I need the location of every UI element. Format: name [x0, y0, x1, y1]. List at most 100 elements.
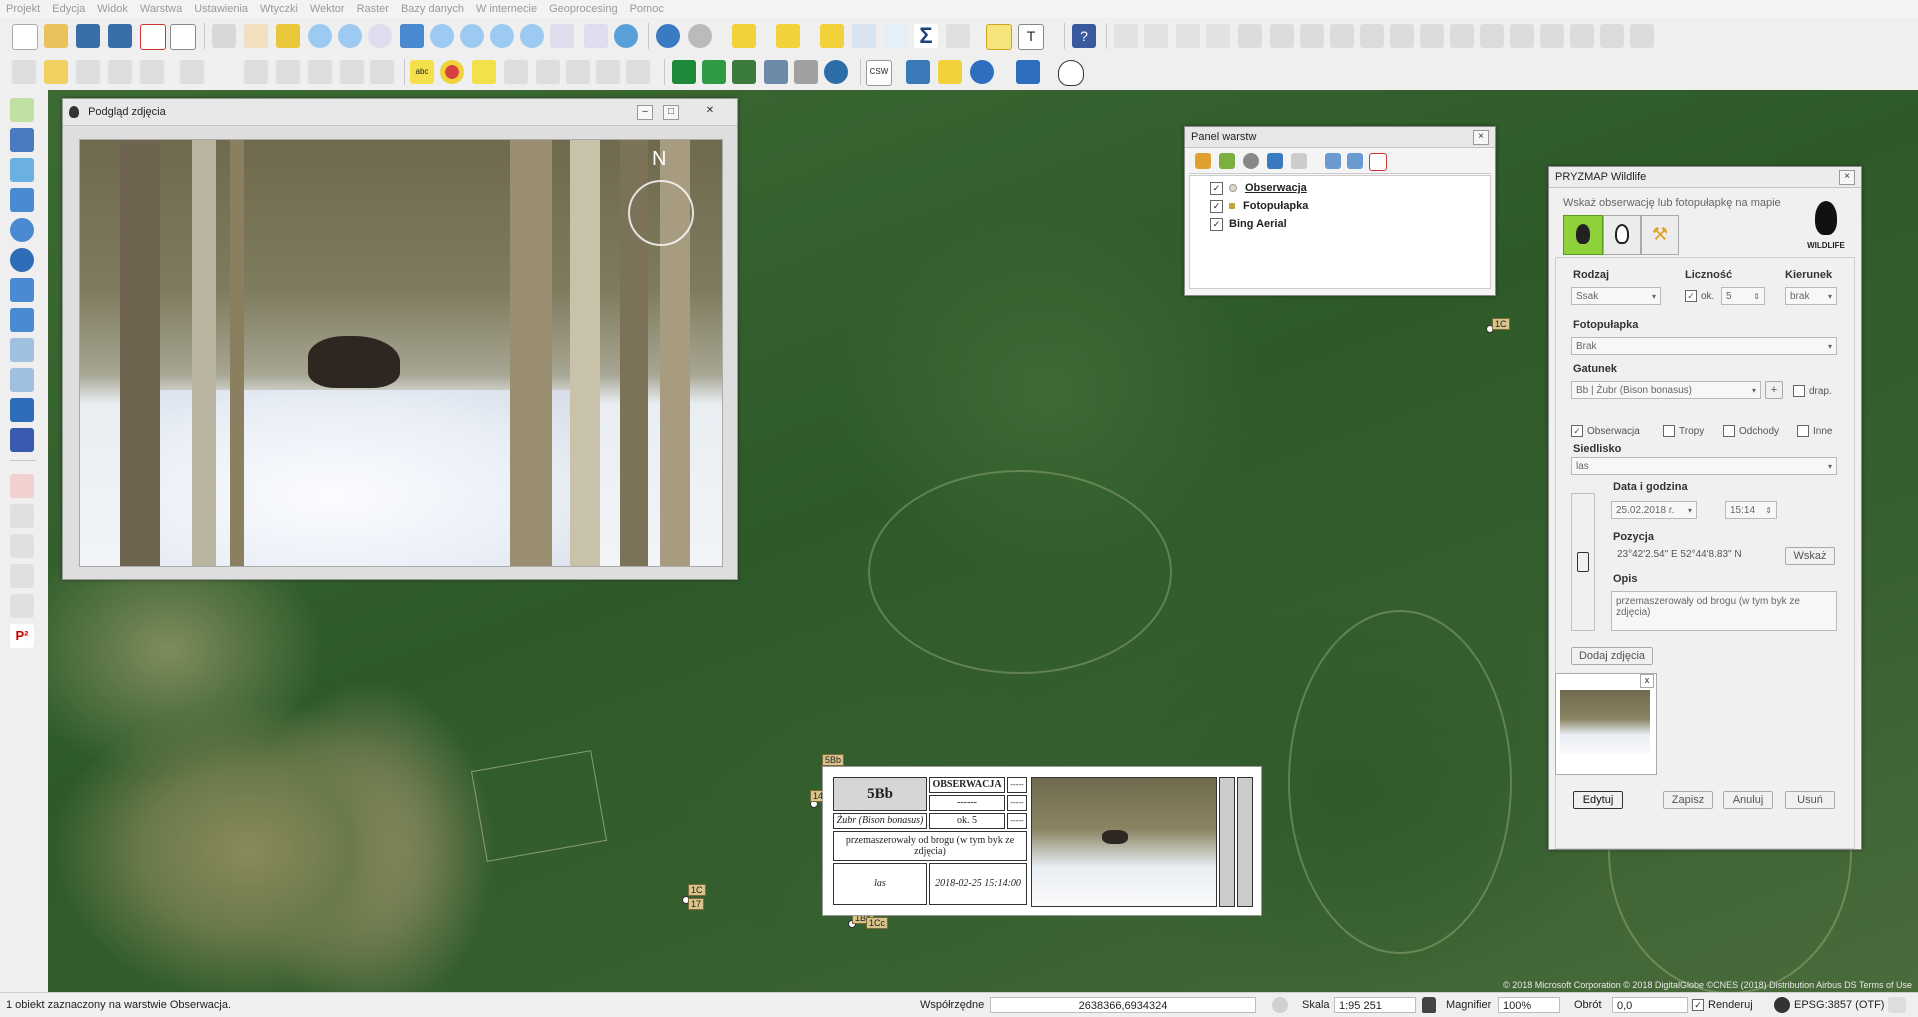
plugin-hd-icon[interactable]	[702, 60, 726, 84]
menu-widok[interactable]: Widok	[91, 0, 134, 18]
split-features-icon[interactable]	[1510, 24, 1534, 48]
copy-features-icon[interactable]	[308, 60, 332, 84]
save-project-icon[interactable]	[76, 24, 100, 48]
paste-features-icon[interactable]	[340, 60, 364, 84]
save-as-icon[interactable]	[108, 24, 132, 48]
zoom-last-icon[interactable]	[520, 24, 544, 48]
menu-pomoc[interactable]: Pomoc	[624, 0, 670, 18]
refresh-icon[interactable]	[614, 24, 638, 48]
deselect-icon[interactable]	[820, 24, 844, 48]
select-by-expression-icon[interactable]	[776, 24, 800, 48]
merge-attributes-icon[interactable]	[1600, 24, 1624, 48]
move-label-icon[interactable]	[536, 60, 560, 84]
zoom-layer-icon[interactable]	[460, 24, 484, 48]
toggle-editing-icon[interactable]	[44, 60, 68, 84]
zoom-rubber-icon[interactable]	[368, 24, 392, 48]
add-feature-icon[interactable]	[108, 60, 132, 84]
menu-wektor[interactable]: Wektor	[304, 0, 351, 18]
open-project-icon[interactable]	[44, 24, 68, 48]
add-part-icon[interactable]	[1330, 24, 1354, 48]
anuluj-button[interactable]: Anuluj	[1723, 791, 1773, 809]
date-field[interactable]: 25.02.2018 r. ▾	[1611, 501, 1697, 519]
layer-checkbox[interactable]: ✓	[1210, 181, 1223, 195]
attribute-table-icon[interactable]	[852, 24, 876, 48]
photo-thumbnail[interactable]	[1560, 690, 1650, 754]
fill-ring-icon[interactable]	[1360, 24, 1384, 48]
zoom-selection-icon[interactable]	[430, 24, 454, 48]
attribute-form-icon[interactable]	[370, 60, 394, 84]
redo-icon[interactable]	[1206, 24, 1230, 48]
edytuj-button[interactable]: Edytuj	[1573, 791, 1623, 809]
zapisz-button[interactable]: Zapisz	[1663, 791, 1713, 809]
new-project-icon[interactable]	[12, 24, 38, 50]
cut-features-icon[interactable]	[276, 60, 300, 84]
fotopulapka-select[interactable]: Brak ▾	[1571, 337, 1837, 355]
crs-globe-icon[interactable]	[1774, 997, 1790, 1013]
zoom-out-icon[interactable]	[338, 24, 362, 48]
pan-hand-icon[interactable]	[244, 24, 268, 48]
delete-ring-icon[interactable]	[1390, 24, 1414, 48]
maximize-button[interactable]: □	[663, 105, 679, 120]
menu-warstwa[interactable]: Warstwa	[134, 0, 188, 18]
crosshair-icon[interactable]	[10, 474, 34, 498]
delete-part-icon[interactable]	[1420, 24, 1444, 48]
licznosc-ok-check[interactable]: ✓ ok.	[1685, 290, 1714, 302]
add-postgis-icon[interactable]	[10, 158, 34, 182]
pan-to-selection-icon[interactable]	[212, 24, 236, 48]
add-raster-layer-icon[interactable]	[10, 128, 34, 152]
plugin-green-arrow-icon[interactable]	[672, 60, 696, 84]
vertex-tool-icon[interactable]	[180, 60, 204, 84]
layout-manager-icon[interactable]	[170, 24, 196, 50]
inne-check[interactable]: Inne	[1797, 425, 1832, 437]
collapse-all-icon[interactable]	[1347, 153, 1363, 169]
filter-expression-icon[interactable]	[1291, 153, 1307, 169]
pan-map-icon[interactable]	[276, 24, 300, 48]
menu-projekt[interactable]: Projekt	[0, 0, 46, 18]
simplify-icon[interactable]	[1270, 24, 1294, 48]
add-wfs-icon[interactable]	[10, 278, 34, 302]
plugin-db-icon[interactable]	[824, 60, 848, 84]
split-parts-icon[interactable]	[1540, 24, 1564, 48]
odchody-check[interactable]: Odchody	[1723, 425, 1779, 437]
add-delimited-icon[interactable]	[10, 308, 34, 332]
p2-plugin-icon[interactable]: P²	[10, 624, 34, 648]
plugin-download-icon[interactable]	[764, 60, 788, 84]
close-button[interactable]: ✕	[703, 105, 717, 118]
observation-card[interactable]: 5Bb OBSERWACJA ------ ----- ----- Żubr (…	[822, 766, 1262, 916]
settings-button[interactable]: ⚒	[1641, 215, 1679, 255]
undo-icon[interactable]	[1176, 24, 1200, 48]
topology-icon[interactable]	[1144, 24, 1168, 48]
coords-field[interactable]: 2638366,6934324	[990, 997, 1256, 1013]
undo-plugin-icon[interactable]	[970, 60, 994, 84]
raster-calculator-icon[interactable]	[10, 564, 34, 588]
label-tool-icon[interactable]: abc	[410, 60, 434, 84]
georeferencer-icon[interactable]	[10, 594, 34, 618]
style-layer-icon[interactable]	[1195, 153, 1211, 169]
gatunek-select[interactable]: Bb | Żubr (Bison bonasus) ▾	[1571, 381, 1761, 399]
photo-window-titlebar[interactable]: Podgląd zdjęcia	[63, 99, 737, 126]
add-db2-icon[interactable]	[10, 428, 34, 452]
lock-icon[interactable]	[1422, 997, 1436, 1013]
help-icon[interactable]: ?	[1072, 24, 1096, 48]
tools-icon[interactable]	[938, 60, 962, 84]
layer-row-obserwacja[interactable]: ✓ Obserwacja	[1210, 180, 1307, 196]
menu-wtyczki[interactable]: Wtyczki	[254, 0, 304, 18]
field-calculator-icon[interactable]	[884, 24, 908, 48]
expand-all-icon[interactable]	[1325, 153, 1341, 169]
menu-w-internecie[interactable]: W internecie	[470, 0, 543, 18]
merge-features-icon[interactable]	[1570, 24, 1594, 48]
gps-info-icon[interactable]	[10, 504, 34, 528]
add-vector-layer-icon[interactable]	[10, 98, 34, 122]
crs-label[interactable]: EPSG:3857 (OTF)	[1794, 999, 1884, 1011]
add-wcs-icon[interactable]	[10, 248, 34, 272]
messages-icon[interactable]	[1888, 997, 1906, 1013]
wildlife-paw-icon[interactable]	[1058, 60, 1084, 86]
show-labels-icon[interactable]	[504, 60, 528, 84]
plugin-map-icon[interactable]	[732, 60, 756, 84]
scale-field[interactable]: 1:95 251	[1334, 997, 1416, 1013]
opis-textarea[interactable]: przemaszerowały od brogu (w tym byk ze z…	[1611, 591, 1837, 631]
rotate-symbols-icon[interactable]	[1630, 24, 1654, 48]
add-mssql-icon[interactable]	[10, 368, 34, 392]
zoom-full-icon[interactable]	[400, 24, 424, 48]
thumbnail-close-button[interactable]: x	[1640, 674, 1654, 688]
